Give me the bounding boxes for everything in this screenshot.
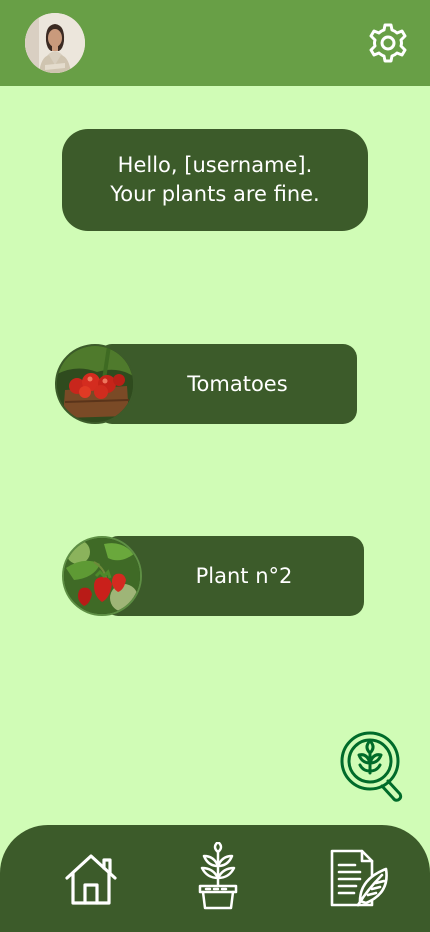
- plant-card-label: Tomatoes: [187, 372, 288, 396]
- greeting-line-2: Your plants are fine.: [110, 182, 320, 206]
- strawberry-photo-icon[interactable]: [62, 536, 142, 616]
- potted-plant-icon: [198, 840, 238, 910]
- home-icon: [65, 854, 117, 905]
- tomato-photo-icon[interactable]: [55, 344, 135, 424]
- avatar-photo-icon: [25, 13, 85, 73]
- top-bar: [0, 0, 430, 86]
- leaf-document-icon: [330, 849, 388, 907]
- plant-card-tomatoes[interactable]: Tomatoes: [98, 344, 357, 424]
- plant-card-plant-2[interactable]: Plant n°2: [104, 536, 364, 616]
- tomato-illustration: [57, 346, 133, 422]
- plant-search-icon: [340, 731, 403, 802]
- greeting-message: Hello, [username]. Your plants are fine.: [62, 129, 368, 231]
- user-avatar[interactable]: [25, 13, 85, 73]
- nav-journal[interactable]: [330, 849, 392, 907]
- settings-button[interactable]: [364, 19, 412, 67]
- nav-home[interactable]: [64, 852, 118, 906]
- greeting-line-1: Hello, [username].: [117, 153, 313, 177]
- gear-icon: [369, 23, 407, 63]
- strawberry-illustration: [64, 538, 140, 614]
- nav-plants[interactable]: [196, 840, 240, 910]
- bottom-navigation: [0, 825, 430, 932]
- plant-scan-button[interactable]: [340, 731, 406, 805]
- plant-card-label: Plant n°2: [195, 564, 293, 588]
